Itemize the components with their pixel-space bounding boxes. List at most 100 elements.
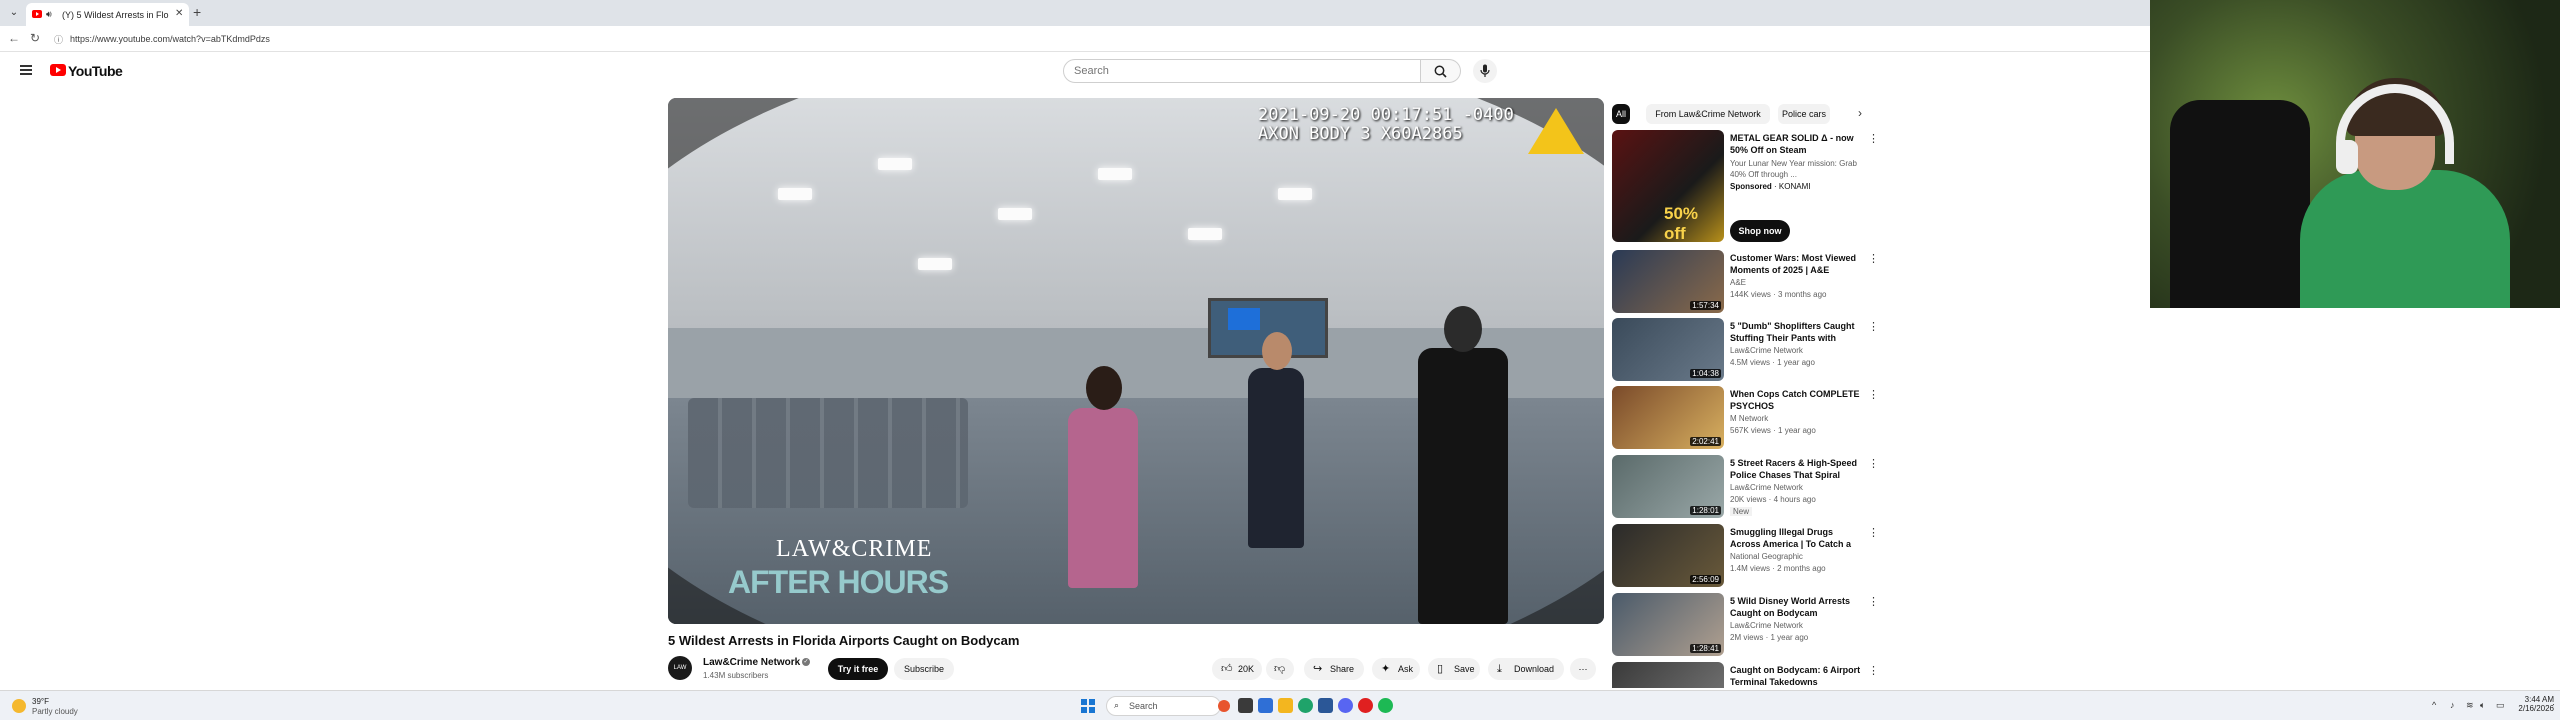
new-tab-plus-icon[interactable]: + [193, 5, 201, 19]
ad-title[interactable]: METAL GEAR SOLID Δ - now 50% Off on Stea… [1730, 132, 1865, 156]
more-vert-icon[interactable]: ⋮ [1868, 526, 1879, 539]
download-button[interactable]: ⤓ Download [1488, 658, 1564, 680]
more-vert-icon[interactable]: ⋮ [1868, 320, 1879, 333]
more-vert-icon[interactable]: ⋮ [1868, 252, 1879, 265]
rec-channel[interactable]: Law&Crime Network [1730, 483, 1803, 492]
share-arrow-icon: ↪ [1313, 663, 1323, 675]
rec-meta: 4.5M views · 1 year ago [1730, 358, 1815, 367]
tray-overflow-chevron-icon[interactable]: ^ [2432, 700, 2436, 710]
chip-all[interactable]: All [1612, 104, 1630, 124]
edge-browser-icon[interactable] [1298, 698, 1313, 713]
try-it-free-button[interactable]: Try it free [828, 658, 888, 680]
chevron-right-icon[interactable]: › [1858, 106, 1862, 120]
search-button[interactable] [1421, 59, 1461, 83]
spotify-icon[interactable] [1378, 698, 1393, 713]
microphone-tray-icon[interactable]: ♪ [2450, 700, 2455, 710]
search-box[interactable] [1063, 59, 1421, 83]
taskbar-search[interactable]: ⌕ Search [1106, 696, 1221, 716]
video-thumbnail[interactable]: 2:56:09 [1612, 524, 1724, 587]
windows-start-icon[interactable] [1081, 699, 1095, 713]
tab-list-chevron-icon[interactable]: ⌄ [6, 6, 22, 20]
more-vert-icon[interactable]: ⋮ [1868, 388, 1879, 401]
task-view-icon[interactable] [1238, 698, 1253, 713]
duration-badge: 1:28:41 [1690, 644, 1721, 653]
shop-now-button[interactable]: Shop now [1730, 220, 1790, 242]
like-button[interactable]: 👍︎ 20K [1212, 658, 1262, 680]
copilot-icon[interactable] [1258, 698, 1273, 713]
hamburger-menu-icon[interactable] [20, 65, 32, 75]
chip-from-channel[interactable]: From Law&Crime Network [1646, 104, 1770, 124]
rec-title[interactable]: Smuggling Illegal Drugs Across America |… [1730, 526, 1865, 550]
discord-icon[interactable] [1338, 698, 1353, 713]
rec-title[interactable]: 5 "Dumb" Shoplifters Caught Stuffing The… [1730, 320, 1865, 344]
reload-icon[interactable]: ↻ [30, 31, 40, 45]
rec-title[interactable]: 5 Street Racers & High-Speed Police Chas… [1730, 457, 1865, 481]
back-arrow-icon[interactable]: ← [8, 31, 20, 45]
channel-avatar[interactable]: LAW CRIME [668, 656, 692, 695]
youtube-logo-text[interactable]: YouTube [68, 63, 123, 79]
bodycam-timestamp: 2021-09-20 00:17:51 -0400 AXON BODY 3 X6… [1258, 106, 1514, 144]
rec-title[interactable]: Customer Wars: Most Viewed Moments of 20… [1730, 252, 1865, 276]
volume-icon[interactable]: 🔈︎ [2480, 700, 2485, 711]
more-vert-icon[interactable]: ⋮ [1868, 595, 1879, 608]
store-icon[interactable] [1318, 698, 1333, 713]
rec-channel[interactable]: M Network [1730, 414, 1768, 423]
ad-thumbnail[interactable]: 50% off [1612, 130, 1724, 242]
youtube-logo-icon[interactable] [50, 64, 66, 76]
video-player[interactable]: 2021-09-20 00:17:51 -0400 AXON BODY 3 X6… [668, 98, 1604, 624]
list-item[interactable]: 2:56:09 Smuggling Illegal Drugs Across A… [1612, 524, 1882, 588]
url-field[interactable]: ⓘ https://www.youtube.com/watch?v=abTKdm… [50, 30, 2140, 48]
rec-channel[interactable]: Law&Crime Network [1730, 621, 1803, 630]
search-input[interactable] [1074, 64, 1404, 78]
more-vert-icon[interactable]: ⋮ [1868, 132, 1879, 145]
notification-icon[interactable]: · [2552, 699, 2555, 709]
share-button[interactable]: ↪ Share [1304, 658, 1364, 680]
thumbs-down-icon: 👎︎ [1274, 663, 1286, 675]
video-thumbnail[interactable]: 2:02:41 [1612, 386, 1724, 449]
list-item[interactable]: 1:28:41 5 Wild Disney World Arrests Caug… [1612, 593, 1882, 657]
clock-date: 2/16/2026 [2518, 704, 2554, 713]
person-head [1262, 332, 1292, 370]
rec-title[interactable]: 5 Wild Disney World Arrests Caught on Bo… [1730, 595, 1865, 619]
chrome-icon[interactable] [1358, 698, 1373, 713]
video-thumbnail[interactable]: 1:28:01 [1612, 455, 1724, 518]
rec-channel[interactable]: National Geographic [1730, 552, 1803, 561]
close-tab-icon[interactable]: ✕ [175, 8, 183, 19]
more-vert-icon[interactable]: ⋮ [1868, 457, 1879, 470]
rec-channel[interactable]: A&E [1730, 278, 1746, 287]
wifi-icon[interactable]: ≋ [2466, 700, 2474, 711]
browser-tab-active[interactable]: 🔊︎ (Y) 5 Wildest Arrests in Flo ✕ [26, 3, 189, 26]
battery-icon[interactable]: ▭ [2496, 700, 2505, 711]
list-item[interactable]: 1:57:34 Customer Wars: Most Viewed Momen… [1612, 250, 1882, 314]
video-thumbnail[interactable] [1612, 662, 1724, 688]
rec-channel[interactable]: Law&Crime Network [1730, 346, 1803, 355]
video-thumbnail[interactable]: 1:57:34 [1612, 250, 1724, 313]
ceiling-light [878, 158, 912, 170]
dislike-button[interactable]: 👎︎ [1266, 658, 1294, 680]
channel-name[interactable]: Law&Crime Network [703, 657, 800, 668]
rec-title[interactable]: When Cops Catch COMPLETE PSYCHOS [1730, 388, 1865, 412]
list-item[interactable]: 2:02:41 When Cops Catch COMPLETE PSYCHOS… [1612, 386, 1882, 450]
ask-button[interactable]: ✦ Ask [1372, 658, 1420, 680]
system-clock[interactable]: 3:44 AM 2/16/2026 [2514, 695, 2554, 713]
list-item[interactable]: 1:28:01 5 Street Racers & High-Speed Pol… [1612, 455, 1882, 519]
subscribe-button[interactable]: Subscribe [894, 658, 954, 680]
more-vert-icon[interactable]: ⋮ [1868, 664, 1879, 677]
speaker-icon[interactable]: 🔊︎ [46, 9, 52, 20]
search-highlight-icon[interactable] [1218, 700, 1230, 712]
voice-search-button[interactable] [1473, 59, 1497, 83]
more-actions-button[interactable]: ⋯ [1570, 658, 1596, 680]
chip-police-cars[interactable]: Police cars [1778, 104, 1830, 124]
person-officer [1418, 306, 1508, 624]
rec-title[interactable]: Caught on Bodycam: 6 Airport Terminal Ta… [1730, 664, 1865, 688]
file-explorer-icon[interactable] [1278, 698, 1293, 713]
video-thumbnail[interactable]: 1:04:38 [1612, 318, 1724, 381]
taskbar-search-label: Search [1129, 701, 1158, 711]
list-item[interactable]: Caught on Bodycam: 6 Airport Terminal Ta… [1612, 662, 1882, 688]
duration-badge: 1:57:34 [1690, 301, 1721, 310]
site-info-icon[interactable]: ⓘ [54, 33, 63, 46]
list-item[interactable]: 1:04:38 5 "Dumb" Shoplifters Caught Stuf… [1612, 318, 1882, 382]
video-thumbnail[interactable]: 1:28:41 [1612, 593, 1724, 656]
sponsored-card[interactable]: 50% off METAL GEAR SOLID Δ - now 50% Off… [1612, 130, 1882, 245]
save-button[interactable]: ▯ Save [1428, 658, 1480, 680]
